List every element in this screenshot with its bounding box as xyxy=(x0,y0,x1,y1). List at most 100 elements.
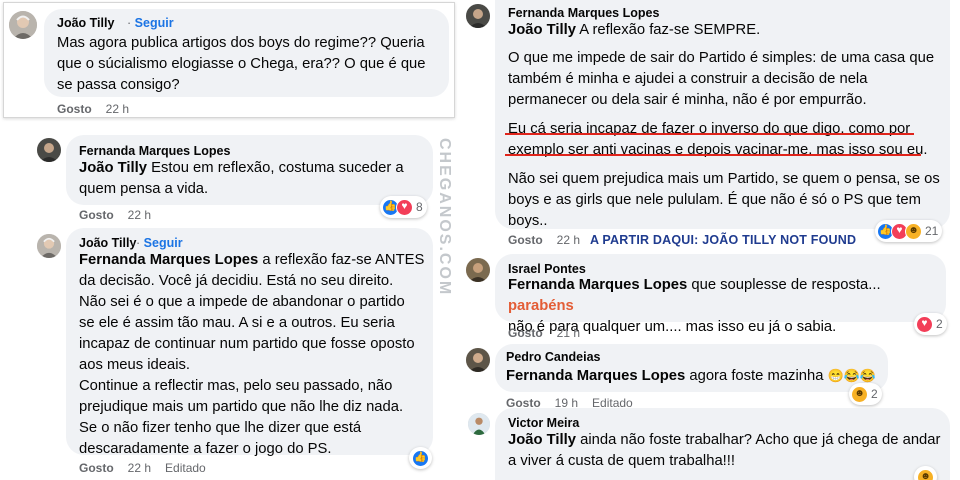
comment-author[interactable]: Israel Pontes xyxy=(508,262,586,276)
comment-line: se ele é assim tão mau. A si e a outros.… xyxy=(79,315,395,331)
comment-text: Fernanda Marques Lopes a reflexão faz-se… xyxy=(79,250,431,460)
avatar-joao-tilly-icon xyxy=(37,234,61,258)
avatar[interactable] xyxy=(466,258,490,282)
comment-line: boys e as girls que nele pululam. É que … xyxy=(508,192,921,208)
red-underline-annotation xyxy=(505,154,921,156)
comment-line: agora foste mazinha xyxy=(685,368,824,384)
avatar-fernanda-icon xyxy=(37,138,61,162)
avatar-pedro-icon xyxy=(466,348,490,372)
mention-link[interactable]: Fernanda Marques Lopes xyxy=(508,277,687,293)
like-button[interactable]: Gosto xyxy=(57,102,92,116)
comment-line: ainda não foste trabalhar? Acho que já c… xyxy=(575,432,941,448)
comment-line: permanecer ou dela sair é minha, não é p… xyxy=(508,92,867,108)
love-icon: ♥ xyxy=(396,198,413,216)
avatar-joao-tilly-icon xyxy=(9,11,37,39)
edited-label: Editado xyxy=(165,461,206,475)
comment-text: Fernanda Marques Lopes agora foste mazin… xyxy=(506,365,886,387)
watermark: CHEGANOS.COM xyxy=(436,138,453,308)
avatar[interactable] xyxy=(466,348,490,372)
comment-line: prejudique mais um partido que não lhe d… xyxy=(79,399,404,415)
comment-line: que souplesse de resposta... xyxy=(687,277,881,293)
reactions-summary[interactable]: 👍 ♥ 8 xyxy=(380,196,427,218)
mention-link[interactable]: Fernanda Marques Lopes xyxy=(506,368,685,384)
comment-line: incapaz de continuar num partido que fos… xyxy=(79,336,415,352)
timestamp[interactable]: 21 h xyxy=(557,326,580,340)
comment-actions: Gosto 21 h xyxy=(508,326,594,340)
follow-link[interactable]: · Seguir xyxy=(127,16,174,30)
timestamp[interactable]: 22 h xyxy=(557,233,580,247)
comment-line: da decisão. Você já decidiu. Está no seu… xyxy=(79,273,394,289)
reactions-summary[interactable]: 👍 xyxy=(409,447,432,469)
avatar[interactable] xyxy=(466,4,490,28)
mention-link[interactable]: João Tilly xyxy=(508,22,576,38)
reaction-count: 8 xyxy=(416,200,423,214)
comment-line: a viver á custa de quem trabalha!!! xyxy=(508,453,736,469)
haha-icon: ☻ xyxy=(917,468,934,480)
reactions-summary[interactable]: ♥ 2 xyxy=(914,313,947,335)
comment-author[interactable]: Pedro Candeias xyxy=(506,350,600,364)
reaction-count: 2 xyxy=(871,387,878,401)
comment-line: Mas agora publica artigos dos boys do re… xyxy=(57,35,425,51)
comment-line: também é minha e ajudei a construir a de… xyxy=(508,71,868,87)
reactions-summary[interactable]: 👍 ♥ ☻ 21 xyxy=(875,220,943,242)
comment-actions: Gosto 22 h xyxy=(57,102,143,116)
comment-text: Mas agora publica artigos dos boys do re… xyxy=(57,33,447,96)
comment-text: João Tilly A reflexão faz-se SEMPRE. O q… xyxy=(508,20,948,232)
annotation-note: A PARTIR DAQUI: JOÃO TILLY NOT FOUND xyxy=(590,233,857,247)
avatar[interactable] xyxy=(468,413,490,435)
mention-link[interactable]: João Tilly xyxy=(508,432,576,448)
comment-line: Eu cá seria incapaz de fazer o inverso d… xyxy=(508,121,911,137)
reaction-count: 2 xyxy=(936,317,943,331)
like-button[interactable]: Gosto xyxy=(79,461,114,475)
like-icon: 👍 xyxy=(412,449,429,467)
comment-line: quem pensa a vida. xyxy=(79,181,209,197)
love-icon: ♥ xyxy=(916,315,933,333)
comment-line: se passa consigo? xyxy=(57,77,180,93)
comment-line: exemplo ser anti vacinas e depois vacina… xyxy=(508,142,928,158)
comment-line: A reflexão faz-se SEMPRE. xyxy=(575,22,761,38)
comment-author[interactable]: Fernanda Marques Lopes xyxy=(79,144,230,158)
reactions-summary[interactable]: ☻ 2 xyxy=(849,383,882,405)
avatar-fernanda-icon xyxy=(466,4,490,28)
timestamp[interactable]: 22 h xyxy=(128,208,151,222)
mention-link[interactable]: João Tilly xyxy=(79,160,147,176)
like-button[interactable]: Gosto xyxy=(508,326,543,340)
comment-actions: Gosto 22 h xyxy=(79,208,165,222)
comment-actions: Gosto 22 h xyxy=(508,233,594,247)
emoji-group: 😁😂😂 xyxy=(827,368,877,383)
comment-author[interactable]: Victor Meira xyxy=(508,416,579,430)
like-button[interactable]: Gosto xyxy=(508,233,543,247)
comment-line: a reflexão faz-se ANTES xyxy=(258,252,425,268)
comment-author[interactable]: João Tilly xyxy=(57,16,114,30)
comment-text: João Tilly ainda não foste trabalhar? Ac… xyxy=(508,430,948,472)
timestamp[interactable]: 22 h xyxy=(106,102,129,116)
mention-link[interactable]: Fernanda Marques Lopes xyxy=(79,252,258,268)
avatar-israel-icon xyxy=(466,258,490,282)
comment-line: O que me impede de sair do Partido é sim… xyxy=(508,50,935,66)
comment-line: descaradamente a fazer o jogo do PS. xyxy=(79,441,332,457)
comment-line: Se o não fizer tenho que lhe dizer que e… xyxy=(79,420,362,436)
comment-author[interactable]: João Tilly xyxy=(79,236,136,250)
highlighted-word: parabéns xyxy=(508,298,574,314)
comment-line: aos meus ideais. xyxy=(79,357,191,373)
follow-label: Seguir xyxy=(134,16,174,30)
avatar-victor-icon xyxy=(468,413,490,435)
follow-link[interactable]: · Seguir xyxy=(136,236,183,250)
avatar[interactable] xyxy=(37,234,61,258)
avatar[interactable] xyxy=(9,11,37,39)
comment-line: Não sei é o que a impede de abandonar o … xyxy=(79,294,405,310)
haha-icon: ☻ xyxy=(851,385,868,403)
red-underline-annotation xyxy=(505,133,914,135)
comment-line: Não sei quem prejudica mais um Partido, … xyxy=(508,171,940,187)
like-button[interactable]: Gosto xyxy=(79,208,114,222)
comment-line: que o súcialismo elogiasse o Chega, era?… xyxy=(57,56,426,72)
comment-actions: Gosto 22 h Editado xyxy=(79,461,206,475)
haha-icon: ☻ xyxy=(905,222,922,240)
timestamp[interactable]: 22 h xyxy=(128,461,151,475)
follow-label: Seguir xyxy=(143,236,183,250)
comment-line: Continue a reflectir mas, pelo seu passa… xyxy=(79,378,393,394)
comment-text: João Tilly Estou em reflexão, costuma su… xyxy=(79,158,429,200)
avatar[interactable] xyxy=(37,138,61,162)
comment-author[interactable]: Fernanda Marques Lopes xyxy=(508,6,659,20)
reactions-summary[interactable]: ☻ xyxy=(914,466,937,480)
